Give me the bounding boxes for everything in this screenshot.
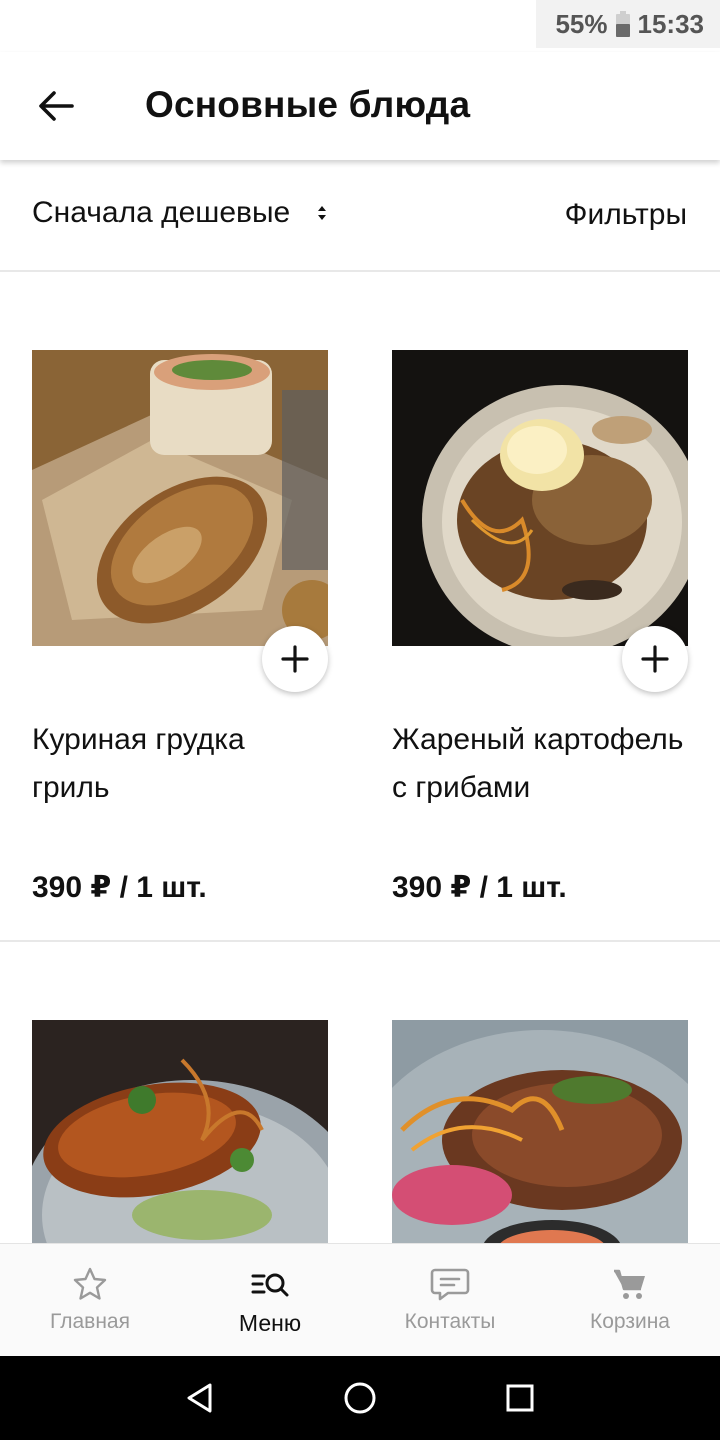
app-header: Основные блюда	[0, 52, 720, 160]
system-recents-button[interactable]	[490, 1368, 550, 1428]
filters-button[interactable]: Фильтры	[565, 198, 687, 232]
plus-icon	[641, 645, 669, 673]
back-button[interactable]	[26, 78, 86, 134]
bottom-navigation: Главная Меню Контакты Корзина	[0, 1243, 720, 1356]
status-indicators: 55% 15:33	[536, 0, 720, 48]
system-back-button[interactable]	[170, 1368, 230, 1428]
clock: 15:33	[637, 8, 705, 39]
cart-icon	[614, 1269, 645, 1299]
nav-item-cart[interactable]: Корзина	[540, 1244, 720, 1356]
star-icon	[73, 1267, 107, 1300]
product-price: 390 ₽ / 1 шт.	[392, 871, 567, 904]
nav-label: Меню	[238, 1310, 302, 1336]
product-name[interactable]: Жареный картофель с грибами	[392, 716, 688, 812]
product-row: Куриная грудка гриль 390 ₽ / 1 шт. Жарен…	[0, 272, 720, 942]
battery-icon	[615, 11, 630, 37]
nav-label: Контакты	[404, 1310, 496, 1333]
page-title: Основные блюда	[145, 84, 471, 125]
product-card[interactable]: Куриная грудка гриль 390 ₽ / 1 шт.	[32, 350, 328, 904]
triangle-back-icon	[187, 1383, 212, 1413]
arrow-left-icon	[39, 91, 74, 121]
circle-home-icon	[344, 1382, 376, 1414]
product-row	[0, 944, 720, 1316]
system-home-button[interactable]	[330, 1368, 390, 1428]
plus-icon	[281, 645, 309, 673]
nav-item-menu[interactable]: Меню	[180, 1244, 360, 1356]
product-image-grilled-chicken[interactable]	[32, 350, 328, 646]
menu-search-icon	[251, 1273, 289, 1297]
status-bar: 55% 15:33	[0, 0, 720, 52]
product-image-fried-potatoes[interactable]	[392, 350, 688, 646]
add-to-cart-button[interactable]	[262, 626, 328, 692]
nav-item-contacts[interactable]: Контакты	[360, 1244, 540, 1356]
product-price: 390 ₽ / 1 шт.	[32, 871, 207, 904]
add-to-cart-button[interactable]	[622, 626, 688, 692]
nav-item-home[interactable]: Главная	[0, 1244, 180, 1356]
battery-percent: 55%	[555, 8, 608, 39]
sort-label: Сначала дешевые	[32, 196, 291, 229]
sort-arrows-icon	[318, 206, 327, 220]
square-recents-icon	[506, 1384, 534, 1412]
product-name[interactable]: Куриная грудка гриль	[32, 716, 328, 812]
sort-dropdown[interactable]: Сначала дешевые	[32, 196, 328, 230]
product-card[interactable]: Жареный картофель с грибами 390 ₽ / 1 шт…	[392, 350, 688, 904]
system-navigation-bar	[0, 1356, 720, 1440]
nav-label: Корзина	[590, 1310, 670, 1333]
chat-icon	[430, 1268, 470, 1301]
sort-filter-bar: Сначала дешевые Фильтры	[0, 160, 720, 272]
nav-label: Главная	[50, 1310, 130, 1333]
